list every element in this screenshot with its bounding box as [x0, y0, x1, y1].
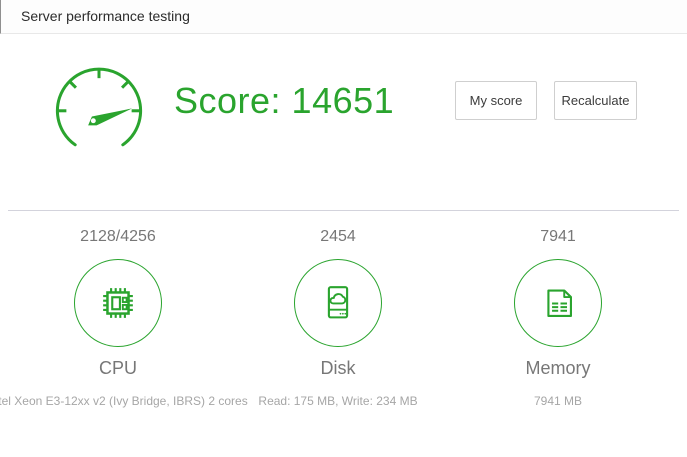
memory-value: 7941 — [448, 228, 668, 246]
disk-drive-icon — [315, 280, 361, 326]
cpu-chip-icon — [95, 280, 141, 326]
memory-detail: 7941 MB — [428, 392, 687, 411]
server-performance-panel: Server performance testing Score: 14651 … — [0, 0, 687, 457]
memory-circle — [514, 259, 602, 347]
metric-disk: 2454 Disk Read: 175 MB, Write: 234 MB — [228, 228, 448, 411]
cpu-value: 2128/4256 — [8, 228, 228, 246]
gauge-icon — [47, 63, 151, 151]
panel-header: Server performance testing — [0, 0, 687, 34]
cpu-circle — [74, 259, 162, 347]
cpu-label: CPU — [8, 358, 228, 379]
page-title: Server performance testing — [21, 8, 190, 24]
memory-document-icon — [535, 280, 581, 326]
metric-memory: 7941 Memory 7941 MB — [448, 228, 668, 411]
my-score-button[interactable]: My score — [455, 81, 537, 120]
disk-circle — [294, 259, 382, 347]
disk-value: 2454 — [228, 228, 448, 246]
disk-label: Disk — [228, 358, 448, 379]
score-value: Score: 14651 — [174, 83, 394, 119]
memory-label: Memory — [448, 358, 668, 379]
section-divider — [8, 210, 679, 211]
recalculate-button[interactable]: Recalculate — [554, 81, 637, 120]
metric-cpu: 2128/4256 CPU Intel Xeon E3-12xx v2 (Ivy… — [8, 228, 228, 411]
